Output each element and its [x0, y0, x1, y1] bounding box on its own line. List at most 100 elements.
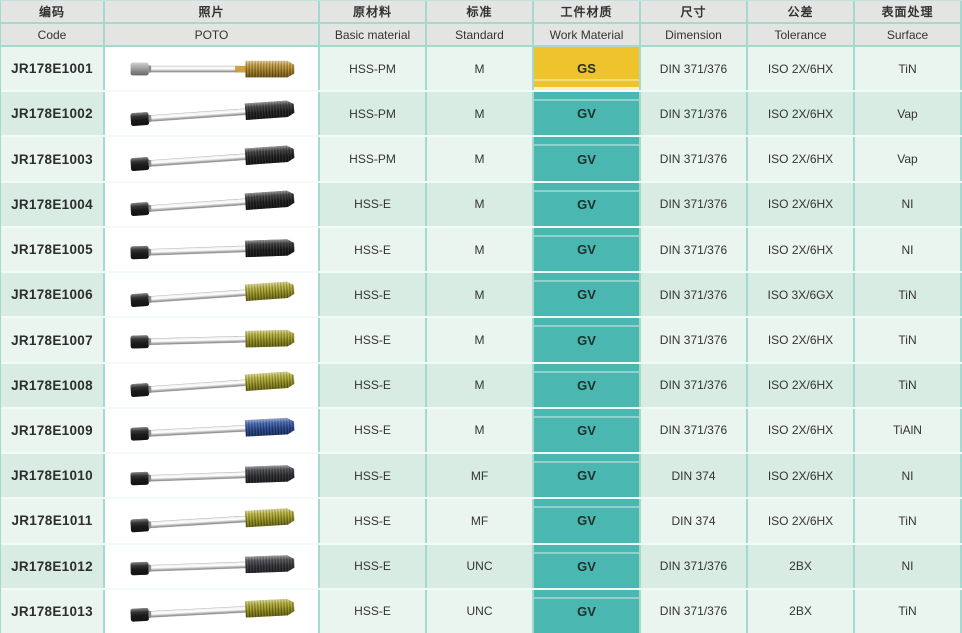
cell-basic-material: HSS-E [320, 590, 427, 633]
table-row: JR178E1009 HSS-E M GV DIN 371/376 [1, 407, 962, 452]
column-header-en-photo: POTO [105, 24, 320, 47]
cell-dimension: DIN 374 [641, 454, 748, 497]
tap-shank [151, 245, 238, 255]
tap-shank [151, 154, 238, 167]
cell-standard: M [427, 92, 534, 135]
cell-code: JR178E1012 [1, 545, 105, 588]
work-material-inner-line [534, 99, 639, 101]
cell-product-photo [105, 92, 320, 135]
tap-shank [151, 290, 238, 303]
cell-product-photo [105, 318, 320, 361]
cell-surface: NI [855, 228, 962, 271]
cell-product-photo [105, 183, 320, 226]
work-material-value: GV [577, 152, 596, 167]
cell-surface: TiAlN [855, 409, 962, 452]
cell-dimension: DIN 371/376 [641, 364, 748, 407]
product-table: 编码照片原材料标准工件材质尺寸公差表面处理 CodePOTOBasic mate… [0, 0, 962, 633]
cell-standard: M [427, 137, 534, 180]
cell-code: JR178E1002 [1, 92, 105, 135]
work-material-inner-line [534, 597, 639, 599]
column-header-en-surface: Surface [855, 24, 962, 47]
work-material-value: GV [577, 333, 596, 348]
cell-tolerance: ISO 2X/6HX [748, 409, 855, 452]
cell-code: JR178E1004 [1, 183, 105, 226]
column-header-zh-photo: 照片 [105, 1, 320, 24]
work-material-inner-line [534, 416, 639, 418]
cell-standard: M [427, 318, 534, 361]
cell-work-material: GV [534, 454, 641, 497]
column-header-zh-standard: 标准 [427, 1, 534, 24]
tap-neck [235, 65, 247, 72]
cell-basic-material: HSS-PM [320, 47, 427, 90]
column-header-zh-tolerance: 公差 [748, 1, 855, 24]
tap-neck [234, 380, 246, 388]
cell-code: JR178E1003 [1, 137, 105, 180]
tap-neck [234, 289, 246, 297]
cell-code: JR178E1009 [1, 409, 105, 452]
table-row: JR178E1007 HSS-E M GV DIN 371/376 [1, 316, 962, 361]
cell-tolerance: ISO 3X/6GX [748, 273, 855, 316]
cell-standard: M [427, 47, 534, 90]
tap-neck [234, 153, 246, 161]
column-header-zh-surface: 表面处理 [855, 1, 962, 24]
cell-standard: MF [427, 454, 534, 497]
table-row: JR178E1001 HSS-PM M GS DIN 371/376 [1, 47, 962, 90]
work-material-value: GV [577, 604, 596, 619]
tap-shank [151, 516, 238, 528]
tap-photo-image [124, 137, 298, 180]
tap-neck [234, 108, 246, 116]
table-header-row-en: CodePOTOBasic materialStandardWork Mater… [1, 24, 962, 47]
cell-basic-material: HSS-E [320, 364, 427, 407]
tap-shank [151, 472, 238, 482]
tap-photo-image [124, 364, 298, 407]
work-material-inner-line [534, 552, 639, 554]
work-material-value: GV [577, 423, 596, 438]
tap-neck [235, 245, 247, 252]
tap-shank [151, 562, 238, 572]
cell-surface: TiN [855, 47, 962, 90]
cell-surface: Vap [855, 137, 962, 180]
cell-product-photo [105, 273, 320, 316]
cell-basic-material: HSS-E [320, 183, 427, 226]
cell-surface: TiN [855, 590, 962, 633]
tap-shank [151, 199, 238, 212]
tap-photo-image [125, 590, 299, 633]
tap-photo-image [125, 455, 298, 497]
cell-standard: UNC [427, 590, 534, 633]
cell-dimension: DIN 371/376 [641, 183, 748, 226]
work-material-value: GV [577, 468, 596, 483]
cell-product-photo [105, 499, 320, 542]
cell-standard: MF [427, 499, 534, 542]
cell-tolerance: ISO 2X/6HX [748, 183, 855, 226]
cell-dimension: DIN 371/376 [641, 137, 748, 180]
cell-work-material: GV [534, 137, 641, 180]
column-header-en-tolerance: Tolerance [748, 24, 855, 47]
cell-work-material: GV [534, 92, 641, 135]
cell-tolerance: ISO 2X/6HX [748, 364, 855, 407]
column-header-en-code: Code [1, 24, 105, 47]
table-row: JR178E1002 HSS-PM M GV DIN 371/376 [1, 90, 962, 135]
tap-neck [234, 199, 246, 207]
table-row: JR178E1006 HSS-E M GV DIN 371/376 [1, 271, 962, 316]
cell-surface: TiN [855, 318, 962, 361]
table-row: JR178E1008 HSS-E M GV DIN 371/376 [1, 362, 962, 407]
table-row: JR178E1004 HSS-E M GV DIN 371/376 [1, 181, 962, 226]
cell-code: JR178E1007 [1, 318, 105, 361]
work-material-value: GV [577, 287, 596, 302]
work-material-inner-line [534, 506, 639, 508]
work-material-inner-line [534, 190, 639, 192]
cell-tolerance: ISO 2X/6HX [748, 137, 855, 180]
tap-photo-image [125, 545, 298, 587]
column-header-en-standard: Standard [427, 24, 534, 47]
cell-basic-material: HSS-E [320, 273, 427, 316]
cell-basic-material: HSS-E [320, 318, 427, 361]
cell-code: JR178E1005 [1, 228, 105, 271]
tap-neck [234, 425, 246, 432]
cell-standard: UNC [427, 545, 534, 588]
cell-tolerance: ISO 2X/6HX [748, 454, 855, 497]
cell-standard: M [427, 228, 534, 271]
cell-work-material: GS [534, 47, 641, 90]
cell-surface: Vap [855, 92, 962, 135]
tap-photo-image [125, 229, 298, 271]
work-material-value: GV [577, 197, 596, 212]
